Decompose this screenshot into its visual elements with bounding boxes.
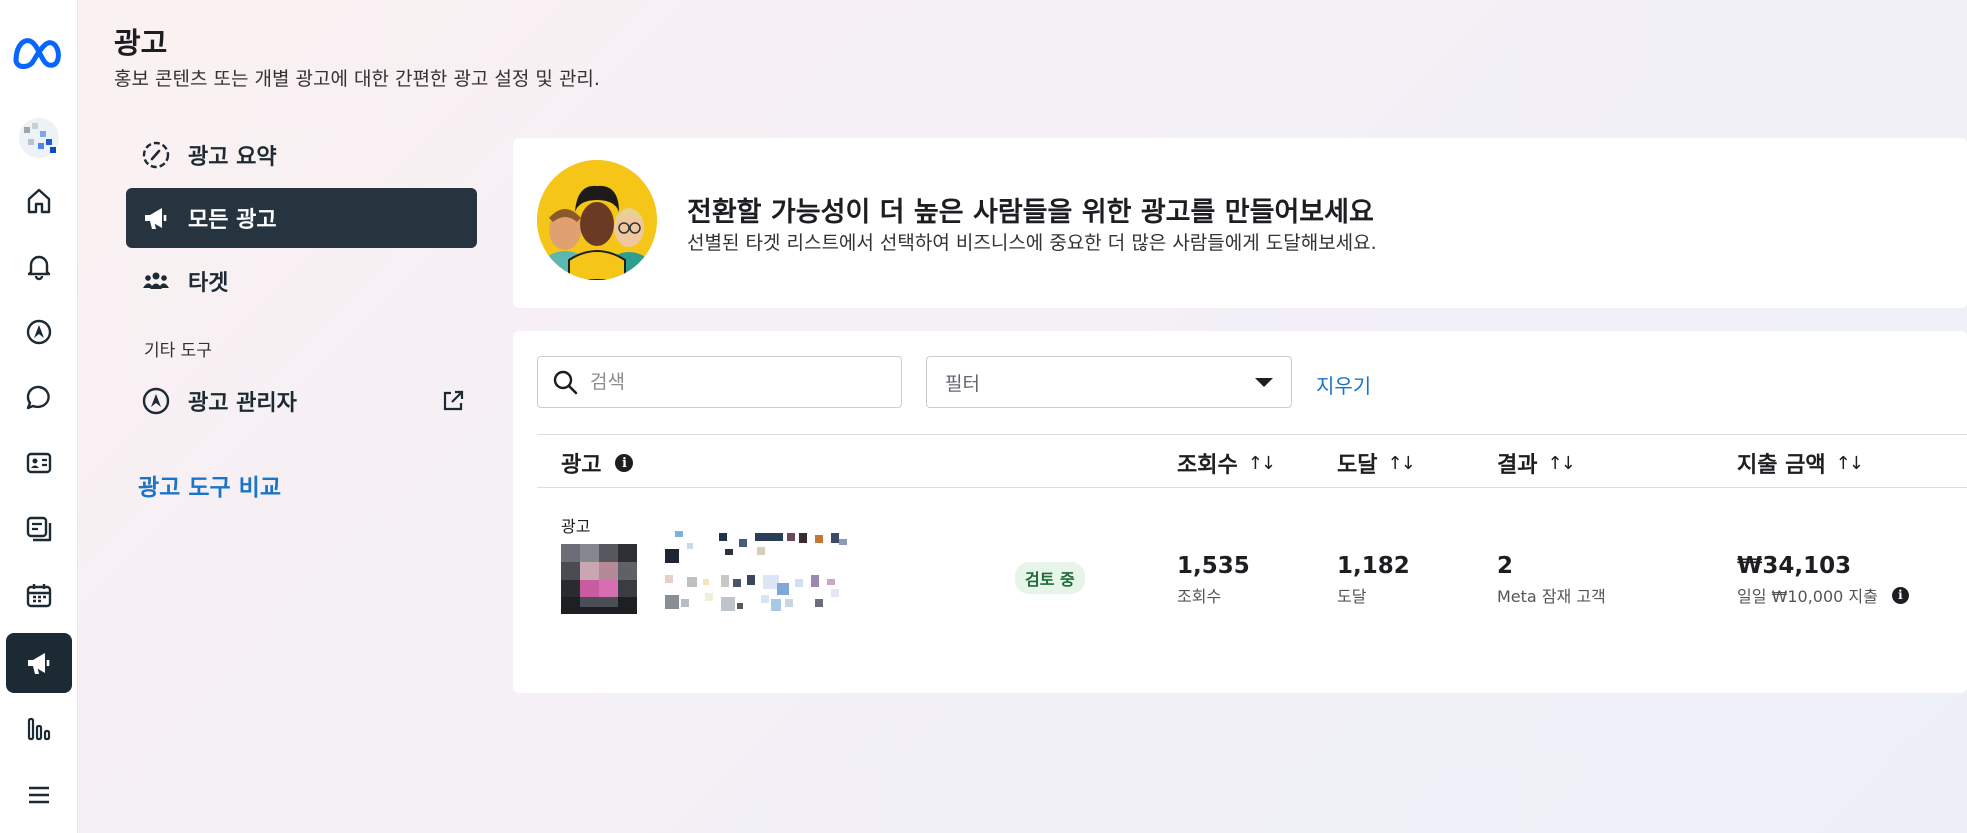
chevron-down-icon [1255,377,1273,387]
info-icon[interactable]: i [1891,586,1909,604]
reach-label: 도달 [1337,587,1367,606]
table-row[interactable]: 광고 검토 중 1,535 조회수 1,182 도달 2 Meta 잠재 고객 … [537,499,1967,659]
ads-table-card: 필터 지우기 광고 i 조회수 ↑↓ 도달 ↑↓ 결과 ↑↓ 지출 금액 ↑↓ … [513,331,1967,693]
reach-cell: 1,182 도달 [1337,553,1410,607]
promo-subtitle: 선별된 타겟 리스트에서 선택하여 비즈니스에 중요한 더 많은 사람들에게 도… [687,232,1377,254]
people-icon [140,265,172,297]
account-avatar[interactable] [18,117,60,159]
status-badge: 검토 중 [1015,562,1085,594]
sort-icon: ↑↓ [1547,452,1575,474]
sort-icon: ↑↓ [1247,452,1276,474]
meta-logo-icon[interactable] [10,33,66,71]
ad-thumbnail[interactable] [561,544,637,614]
rail-notifications[interactable] [6,236,72,296]
ad-name-redacted[interactable] [665,529,895,634]
global-nav-rail [0,0,78,833]
views-value: 1,535 [1177,553,1250,579]
rail-ads[interactable] [6,633,72,693]
compare-tools-link[interactable]: 광고 도구 비교 [138,468,281,502]
column-header-ad: 광고 i [561,447,634,479]
reach-value: 1,182 [1337,553,1410,579]
column-header-label: 도달 [1337,453,1378,478]
gauge-icon [140,139,172,171]
rail-messages[interactable] [6,368,72,428]
spend-value: ₩34,103 [1737,553,1852,579]
rail-home[interactable] [6,171,72,231]
ads-manager-icon [140,385,172,417]
home-icon [27,188,51,214]
bell-icon [27,255,51,281]
page-title: 광고 [114,26,168,60]
nav-item-ads-manager[interactable]: 광고 관리자 [126,371,477,431]
column-header-spend[interactable]: 지출 금액 ↑↓ [1737,447,1864,479]
rail-insights[interactable] [6,699,72,759]
views-cell: 1,535 조회수 [1177,553,1250,607]
megaphone-icon [140,202,172,234]
nav-item-label: 타겟 [188,271,229,296]
rail-planner[interactable] [6,565,72,625]
column-header-label: 지출 금액 [1737,453,1826,478]
external-link-icon [443,390,464,411]
filter-placeholder: 필터 [945,372,980,395]
clear-filters-link[interactable]: 지우기 [1316,370,1371,399]
content-icon [26,516,52,542]
sort-icon: ↑↓ [1835,452,1864,474]
spend-label: 일일 ₩10,000 지출 [1737,587,1878,606]
column-header-label: 광고 [561,453,602,478]
rail-ads-manager[interactable] [6,302,72,362]
info-icon[interactable]: i [615,454,634,472]
views-label: 조회수 [1177,587,1222,606]
chat-icon [26,385,50,410]
promo-title: 전환할 가능성이 더 높은 사람들을 위한 광고를 만들어보세요 [687,197,1374,228]
rail-menu[interactable] [6,765,72,825]
column-header-views[interactable]: 조회수 ↑↓ [1177,447,1276,479]
nav-item-label: 모든 광고 [188,208,277,233]
spend-label-row: 일일 ₩10,000 지출 i [1737,583,1909,607]
column-header-label: 조회수 [1177,453,1238,478]
audience-illustration [537,160,657,280]
ad-type-label: 광고 [561,517,591,536]
page-subtitle: 홍보 콘텐츠 또는 개별 광고에 대한 간편한 광고 설정 및 관리. [114,68,600,90]
spend-cell: ₩34,103 일일 ₩10,000 지출 i [1737,553,1909,607]
results-cell: 2 Meta 잠재 고객 [1497,553,1606,607]
nav-item-ad-summary[interactable]: 광고 요약 [126,125,477,185]
column-header-label: 결과 [1497,453,1538,478]
insights-icon [27,717,51,741]
promo-card: 전환할 가능성이 더 높은 사람들을 위한 광고를 만들어보세요 선별된 타겟 … [513,138,1967,308]
search-input[interactable] [590,371,870,393]
ads-manager-icon [26,319,52,345]
contact-card-icon [26,452,52,474]
column-header-results[interactable]: 결과 ↑↓ [1497,447,1576,479]
sort-icon: ↑↓ [1387,452,1415,474]
nav-item-label: 광고 요약 [188,145,277,170]
nav-item-label: 광고 관리자 [188,391,297,416]
menu-icon [29,786,49,804]
rail-content[interactable] [6,499,72,559]
rail-contacts[interactable] [6,433,72,493]
nav-item-all-ads[interactable]: 모든 광고 [126,188,477,248]
search-field[interactable] [537,356,902,408]
nav-item-audience[interactable]: 타겟 [126,251,477,311]
column-header-reach[interactable]: 도달 ↑↓ [1337,447,1416,479]
nav-section-title: 기타 도구 [144,341,212,361]
megaphone-icon [28,653,50,674]
results-value: 2 [1497,553,1514,579]
results-label: Meta 잠재 고객 [1497,587,1606,606]
filter-dropdown[interactable]: 필터 [926,356,1292,408]
table-header: 광고 i 조회수 ↑↓ 도달 ↑↓ 결과 ↑↓ 지출 금액 ↑↓ [537,434,1967,488]
calendar-icon [26,584,52,608]
search-icon [553,370,578,395]
